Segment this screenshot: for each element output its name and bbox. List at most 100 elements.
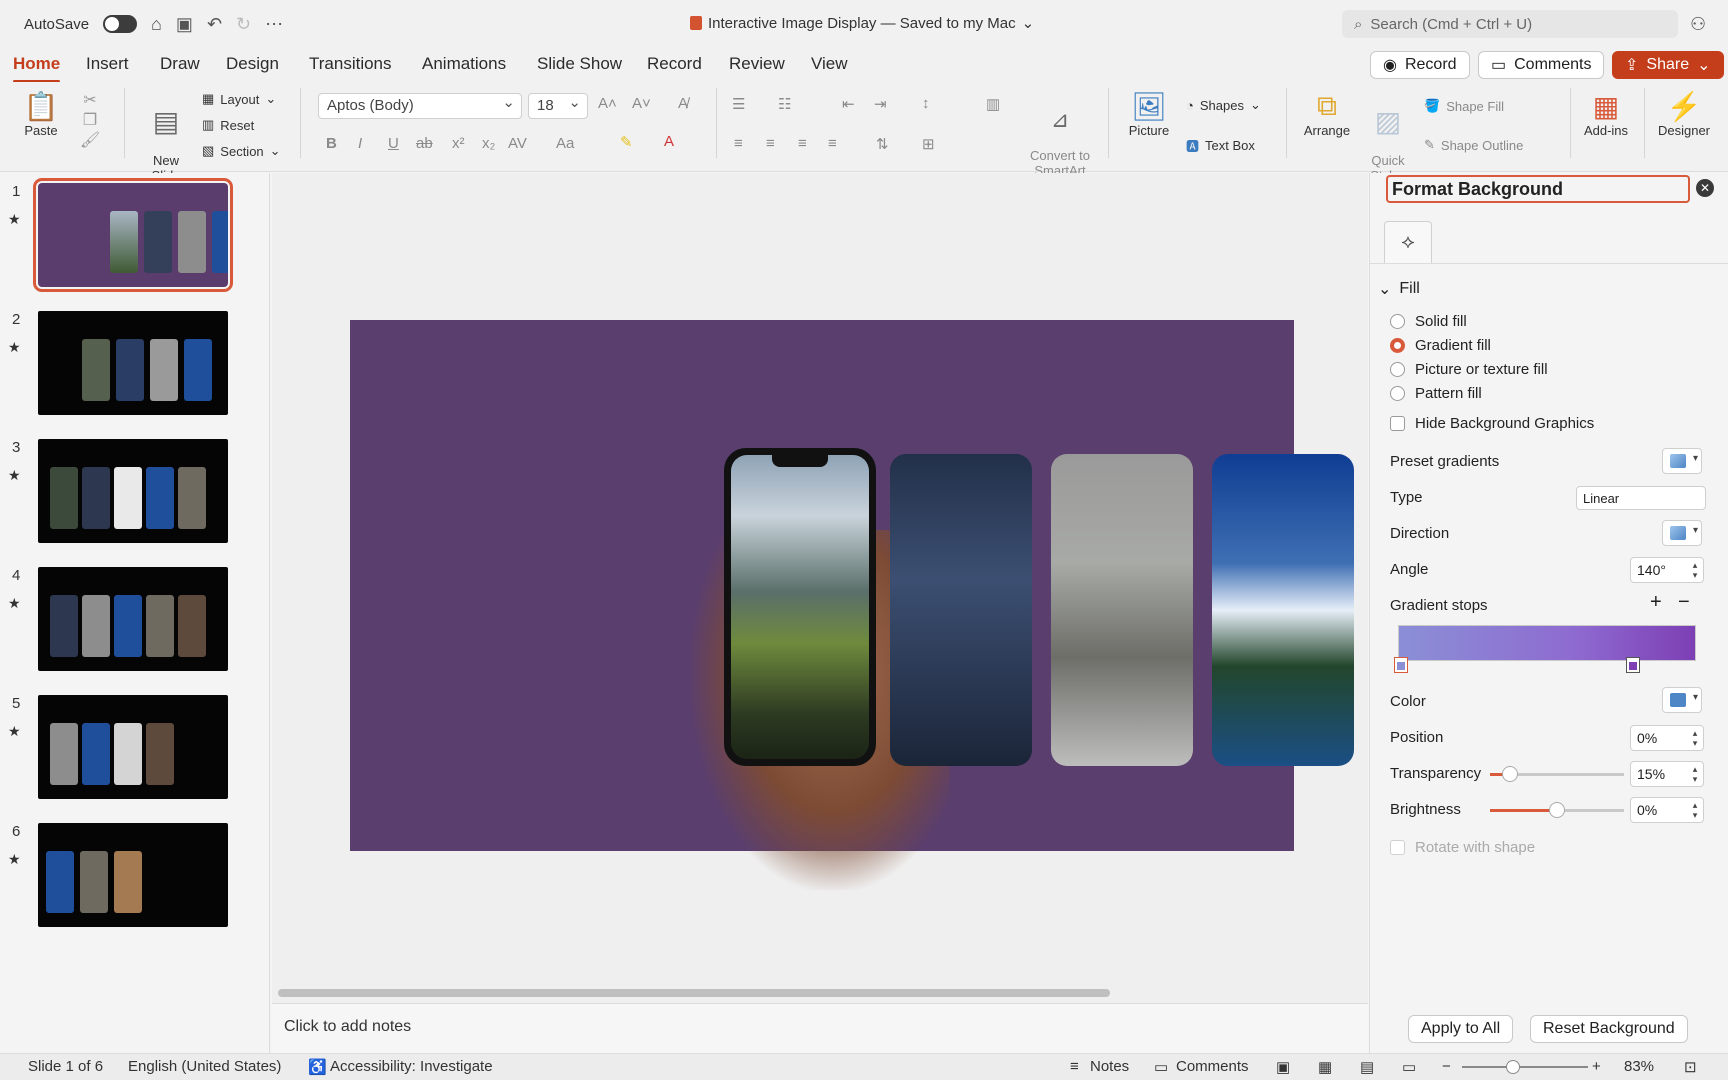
photo-card-mountain-gate[interactable] [890, 454, 1032, 766]
slide-thumbnail-5[interactable] [38, 695, 228, 799]
copy-icon[interactable]: ❐ [83, 112, 97, 129]
align-left-icon[interactable]: ≡ [734, 135, 743, 152]
slide-thumbnail-1[interactable] [33, 178, 233, 292]
justify-icon[interactable]: ≡ [828, 135, 837, 152]
tab-draw[interactable]: Draw [160, 54, 200, 74]
type-select[interactable]: Linear [1576, 486, 1706, 510]
increase-font-icon[interactable]: A˄ [598, 95, 617, 112]
comment-icon[interactable]: ▭ [1154, 1058, 1168, 1076]
comments-button[interactable]: ▭ Comments [1478, 51, 1605, 79]
slide-thumbnail-2[interactable] [38, 311, 228, 415]
arrange-button[interactable]: ⧉ Arrange [1300, 90, 1354, 138]
apply-to-all-button[interactable]: Apply to All [1408, 1015, 1514, 1043]
brightness-slider-knob[interactable] [1549, 802, 1565, 818]
reading-view-icon[interactable]: ▤ [1360, 1058, 1374, 1076]
underline-icon[interactable]: U [388, 135, 399, 152]
increase-indent-icon[interactable]: ⇥ [874, 95, 887, 113]
remove-stop-icon[interactable]: − [1678, 591, 1690, 614]
slide-thumbnail-6[interactable] [38, 823, 228, 927]
close-icon[interactable]: ✕ [1696, 179, 1714, 197]
gradient-fill-option[interactable]: Gradient fill [1390, 337, 1491, 354]
pattern-fill-radio[interactable] [1390, 386, 1405, 401]
reset-background-button[interactable]: Reset Background [1530, 1015, 1688, 1043]
text-direction-icon[interactable]: ⇅ [876, 135, 889, 153]
picture-button[interactable]: 🖼 Picture [1122, 90, 1176, 138]
align-text-icon[interactable]: ⊞ [922, 135, 935, 153]
tab-slide-show[interactable]: Slide Show [537, 54, 622, 74]
slide-sorter-icon[interactable]: ▦ [1318, 1058, 1332, 1076]
line-spacing-icon[interactable]: ↕ [922, 95, 930, 112]
slide-thumbnail-3[interactable] [38, 439, 228, 543]
add-stop-icon[interactable]: + [1650, 591, 1662, 614]
fill-section-header[interactable]: ⌄ Fill [1378, 279, 1420, 299]
brightness-input[interactable]: 0% [1630, 797, 1704, 823]
shape-fill-button[interactable]: 🪣 Shape Fill [1424, 98, 1504, 114]
subscript-icon[interactable]: x₂ [482, 135, 495, 152]
align-right-icon[interactable]: ≡ [798, 135, 807, 152]
tab-view[interactable]: View [811, 54, 848, 74]
tab-record[interactable]: Record [647, 54, 702, 74]
account-icon[interactable]: ⚇ [1690, 14, 1706, 35]
transparency-slider-knob[interactable] [1502, 766, 1519, 782]
tab-animations[interactable]: Animations [422, 54, 506, 74]
tab-insert[interactable]: Insert [86, 54, 129, 74]
direction-picker[interactable] [1662, 520, 1702, 546]
more-icon[interactable]: ⋯ [265, 14, 283, 35]
paste-button[interactable]: 📋 Paste [18, 90, 64, 138]
normal-view-icon[interactable]: ▣ [1276, 1058, 1290, 1076]
character-spacing-icon[interactable]: AV [508, 135, 527, 152]
cut-icon[interactable]: ✂ [83, 92, 96, 109]
format-painter-icon[interactable]: 🖌 [80, 132, 100, 149]
color-picker[interactable] [1662, 687, 1702, 713]
search-box[interactable]: ⌕ Search (Cmd + Ctrl + U) [1342, 10, 1678, 38]
font-size-select[interactable]: 18 [528, 91, 588, 119]
slide-thumbnail-4[interactable] [38, 567, 228, 671]
reset-button[interactable]: ▥ Reset [202, 117, 254, 133]
slide-canvas[interactable] [350, 320, 1354, 890]
angle-input[interactable]: 140° [1630, 557, 1704, 583]
add-ins-button[interactable]: ▦ Add-ins [1578, 90, 1634, 138]
change-case-icon[interactable]: Aa [556, 135, 574, 152]
gradient-fill-radio[interactable] [1390, 338, 1405, 353]
columns-icon[interactable]: ▥ [986, 95, 1000, 113]
language-status[interactable]: English (United States) [128, 1058, 281, 1075]
numbering-icon[interactable]: ☷ [778, 95, 791, 113]
solid-fill-option[interactable]: Solid fill [1390, 313, 1467, 330]
shapes-button[interactable]: ◔ Shapes ⌄ [1186, 97, 1261, 113]
highlight-icon[interactable]: ✎ [620, 133, 633, 151]
presenter-view-icon[interactable]: ▭ [1402, 1058, 1416, 1076]
designer-button[interactable]: ⚡ Designer [1652, 90, 1716, 138]
notes-toggle[interactable]: Notes [1090, 1058, 1129, 1075]
pattern-fill-option[interactable]: Pattern fill [1390, 385, 1482, 402]
tab-design[interactable]: Design [226, 54, 279, 74]
gradient-stop-2[interactable] [1626, 657, 1640, 673]
tab-home[interactable]: Home [13, 54, 61, 83]
gradient-stop-1[interactable] [1394, 657, 1408, 673]
bold-icon[interactable]: B [326, 135, 337, 152]
notes-area[interactable]: Click to add notes [272, 1003, 1368, 1053]
picture-fill-option[interactable]: Picture or texture fill [1390, 361, 1548, 378]
photo-card-temple[interactable] [1051, 454, 1193, 766]
hide-background-checkbox[interactable] [1390, 416, 1405, 431]
font-color-icon[interactable]: A [664, 133, 674, 150]
bullets-icon[interactable]: ☰ [732, 95, 745, 113]
zoom-slider-knob[interactable] [1506, 1060, 1520, 1074]
home-icon[interactable]: ⌂ [151, 14, 162, 35]
decrease-font-icon[interactable]: A˅ [632, 95, 651, 112]
redo-icon[interactable]: ↻ [236, 14, 251, 35]
tab-review[interactable]: Review [729, 54, 785, 74]
share-button[interactable]: ⇪ Share ⌄ [1612, 51, 1724, 79]
save-icon[interactable]: ▣ [176, 14, 193, 35]
comments-toggle[interactable]: Comments [1176, 1058, 1249, 1075]
autosave-toggle[interactable] [103, 15, 138, 33]
solid-fill-radio[interactable] [1390, 314, 1405, 329]
layout-button[interactable]: ▦ Layout ⌄ [202, 91, 276, 107]
zoom-slider[interactable] [1462, 1066, 1588, 1068]
strikethrough-icon[interactable]: ab [416, 135, 433, 152]
tab-transitions[interactable]: Transitions [309, 54, 392, 74]
font-family-select[interactable]: Aptos (Body) [318, 91, 522, 119]
fit-slide-icon[interactable]: ⊡ [1684, 1058, 1697, 1076]
convert-smartart-button[interactable]: ⊿ Convert to SmartArt [1026, 92, 1094, 178]
horizontal-scrollbar[interactable] [278, 989, 1110, 997]
notes-icon[interactable]: ≡ [1070, 1058, 1079, 1075]
